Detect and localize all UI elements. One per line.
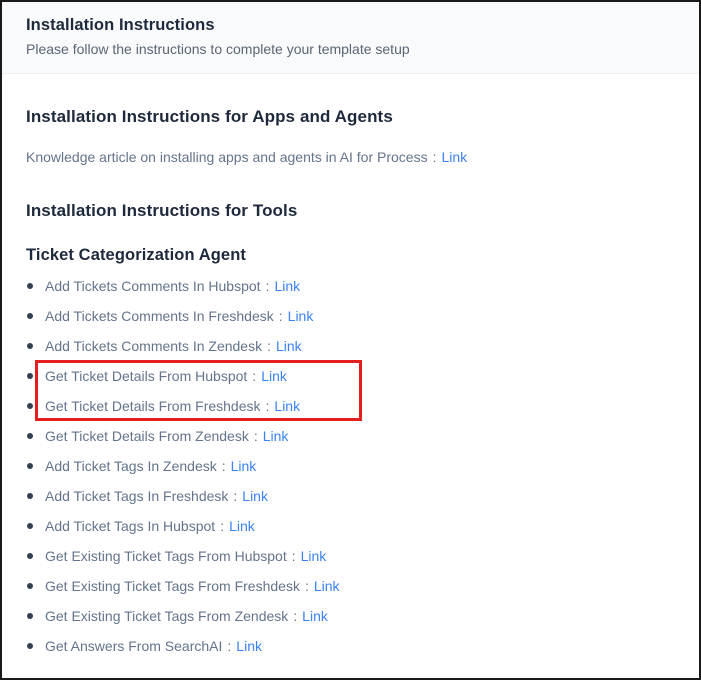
item-label: Add Ticket Tags In Freshdesk (45, 488, 228, 504)
bullet-icon (27, 613, 33, 619)
knowledge-article-link[interactable]: Link (441, 149, 467, 165)
separator: : (233, 488, 237, 504)
knowledge-article-label: Knowledge article on installing apps and… (26, 149, 428, 165)
item-link[interactable]: Link (314, 578, 340, 594)
list-item: Add Tickets Comments In Hubspot:Link (26, 271, 675, 301)
list-item: Get Ticket Details From Zendesk: Link (26, 421, 675, 451)
item-label: Get Ticket Details From Freshdesk (45, 398, 261, 414)
list-item: Add Ticket Tags In Freshdesk: Link (26, 481, 675, 511)
separator: : (279, 308, 283, 324)
bullet-icon (27, 643, 33, 649)
knowledge-article-line: Knowledge article on installing apps and… (26, 149, 675, 166)
item-label: Get Existing Ticket Tags From Freshdesk (45, 578, 300, 594)
item-label: Add Tickets Comments In Freshdesk (45, 308, 274, 324)
bullet-icon (27, 283, 33, 289)
list-item: Add Ticket Tags In Hubspot: Link (26, 511, 675, 541)
separator: : (220, 518, 224, 534)
list-item: Get Existing Ticket Tags From Freshdesk:… (26, 571, 675, 601)
item-link[interactable]: Link (301, 548, 327, 564)
separator: : (266, 278, 270, 294)
item-label: Add Tickets Comments In Zendesk (45, 338, 262, 354)
bullet-icon (27, 313, 33, 319)
separator: : (433, 149, 437, 165)
separator: : (292, 548, 296, 564)
bullet-icon (27, 373, 33, 379)
item-link[interactable]: Link (276, 338, 302, 354)
page-subtitle: Please follow the instructions to comple… (26, 41, 675, 57)
item-link[interactable]: Link (302, 608, 328, 624)
bullet-icon (27, 553, 33, 559)
list-item: Get Ticket Details From Freshdesk:Link (26, 391, 675, 421)
bullet-icon (27, 493, 33, 499)
item-link[interactable]: Link (263, 428, 289, 444)
item-label: Get Existing Ticket Tags From Zendesk (45, 608, 288, 624)
list-item: Add Tickets Comments In Zendesk: Link (26, 331, 675, 361)
item-link[interactable]: Link (229, 518, 255, 534)
item-link[interactable]: Link (231, 458, 257, 474)
item-link[interactable]: Link (242, 488, 268, 504)
item-label: Get Existing Ticket Tags From Hubspot (45, 548, 287, 564)
item-link[interactable]: Link (288, 308, 314, 324)
separator: : (266, 398, 270, 414)
separator: : (305, 578, 309, 594)
list-item: Get Existing Ticket Tags From Hubspot: Li… (26, 541, 675, 571)
item-label: Add Ticket Tags In Hubspot (45, 518, 215, 534)
separator: : (254, 428, 258, 444)
list-item: Get Ticket Details From Hubspot: Link (26, 361, 675, 391)
item-label: Add Ticket Tags In Zendesk (45, 458, 217, 474)
list-item: Add Ticket Tags In Zendesk: Link (26, 451, 675, 481)
section-heading-tools: Installation Instructions for Tools (26, 200, 675, 222)
item-link[interactable]: Link (236, 638, 262, 654)
separator: : (222, 458, 226, 474)
bullet-icon (27, 463, 33, 469)
section-heading-apps-agents: Installation Instructions for Apps and A… (26, 106, 675, 128)
item-link[interactable]: Link (274, 278, 300, 294)
separator: : (252, 368, 256, 384)
item-label: Add Tickets Comments In Hubspot (45, 278, 261, 294)
bullet-icon (27, 433, 33, 439)
item-link[interactable]: Link (261, 368, 287, 384)
agent-heading: Ticket Categorization Agent (26, 245, 675, 266)
installation-instructions-panel: Installation Instructions Please follow … (0, 0, 701, 680)
item-label: Get Ticket Details From Zendesk (45, 428, 249, 444)
bullet-icon (27, 403, 33, 409)
page-title: Installation Instructions (26, 16, 675, 35)
panel-body: Installation Instructions for Apps and A… (2, 106, 699, 661)
bullet-icon (27, 583, 33, 589)
separator: : (293, 608, 297, 624)
item-link[interactable]: Link (274, 398, 300, 414)
bullet-icon (27, 523, 33, 529)
list-item: Get Answers From SearchAI: Link (26, 631, 675, 661)
separator: : (267, 338, 271, 354)
item-label: Get Ticket Details From Hubspot (45, 368, 247, 384)
tools-link-list: Add Tickets Comments In Hubspot:LinkAdd … (26, 271, 675, 661)
list-item: Get Existing Ticket Tags From Zendesk: Li… (26, 601, 675, 631)
bullet-icon (27, 343, 33, 349)
panel-header: Installation Instructions Please follow … (2, 2, 699, 74)
separator: : (227, 638, 231, 654)
list-item: Add Tickets Comments In Freshdesk: Link (26, 301, 675, 331)
item-label: Get Answers From SearchAI (45, 638, 222, 654)
